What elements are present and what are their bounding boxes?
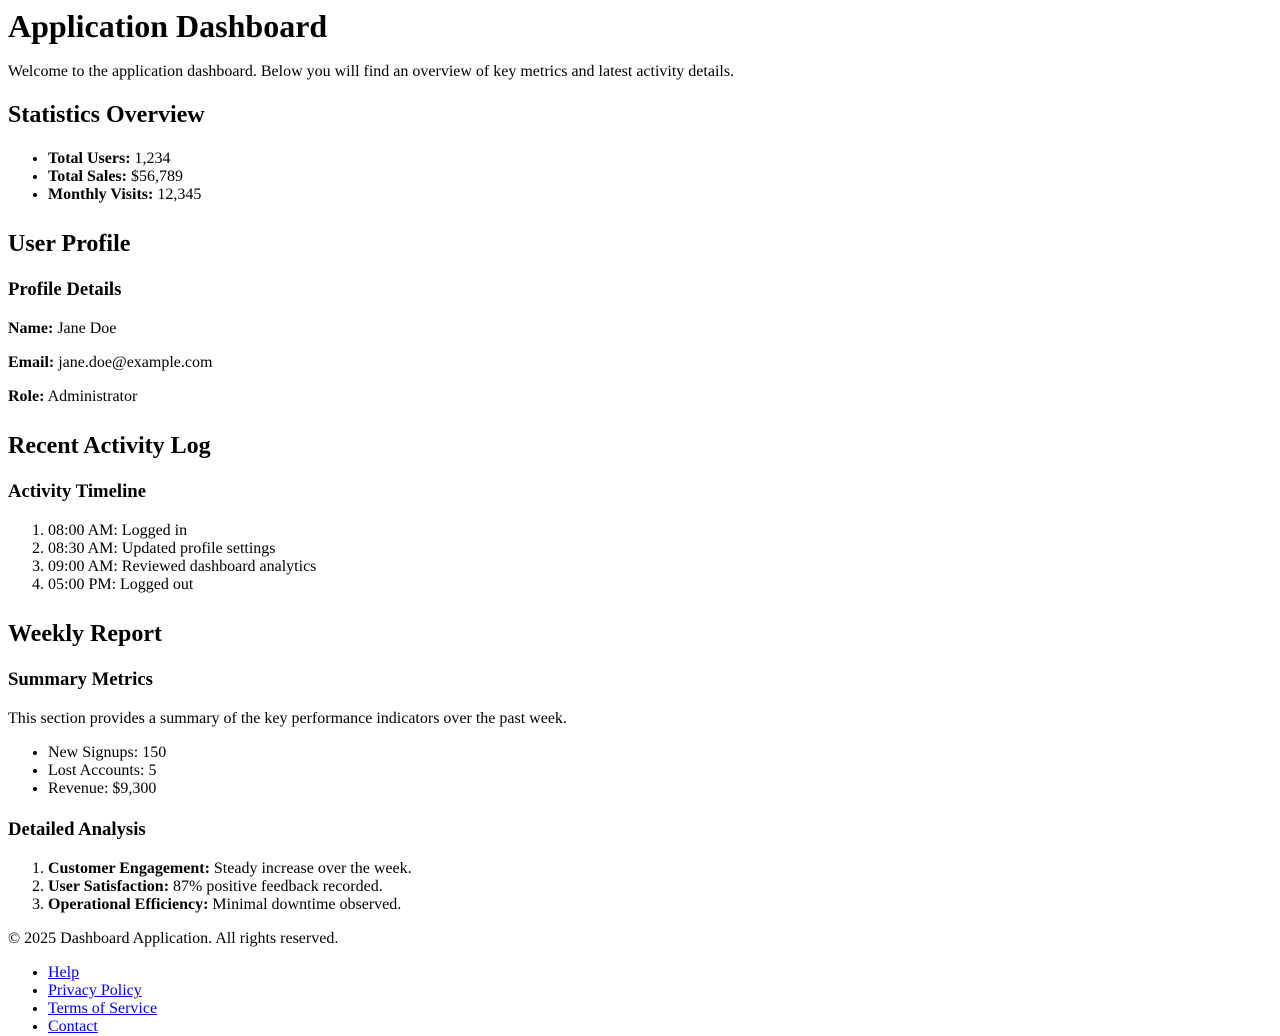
profile-role-row: Role: Administrator <box>8 388 1272 406</box>
detailed-analysis-list: Customer Engagement: Steady increase ove… <box>8 860 1272 914</box>
summary-metrics-list: New Signups: 150 Lost Accounts: 5 Revenu… <box>8 744 1272 798</box>
profile-email-label: Email: <box>8 354 55 371</box>
footer-link-item: Help <box>48 964 1272 982</box>
weekly-report-heading: Weekly Report <box>8 621 162 647</box>
analysis-value: Minimal downtime observed. <box>212 896 402 913</box>
stat-value: 12,345 <box>157 186 202 203</box>
page-title: Application Dashboard <box>8 8 328 44</box>
footer-link-item: Privacy Policy <box>48 982 1272 1000</box>
footer-link-item: Terms of Service <box>48 1000 1272 1018</box>
analysis-value: Steady increase over the week. <box>213 860 412 877</box>
page: Application Dashboard Welcome to the app… <box>0 0 1280 1036</box>
stat-monthly-visits: Monthly Visits: 12,345 <box>48 186 1272 204</box>
privacy-policy-link[interactable]: Privacy Policy <box>48 982 142 999</box>
profile-email-row: Email: jane.doe@example.com <box>8 354 1272 372</box>
statistics-list: Total Users: 1,234 Total Sales: $56,789 … <box>8 150 1272 204</box>
list-item: 09:00 AM: Reviewed dashboard analytics <box>48 558 1272 576</box>
analysis-value: 87% positive feedback recorded. <box>173 878 383 895</box>
list-item: User Satisfaction: 87% positive feedback… <box>48 878 1272 896</box>
footer-copyright: © 2025 Dashboard Application. All rights… <box>8 930 339 947</box>
help-link[interactable]: Help <box>48 964 79 981</box>
list-item: Lost Accounts: 5 <box>48 762 1272 780</box>
detailed-analysis-heading: Detailed Analysis <box>8 819 146 840</box>
list-item: 08:00 AM: Logged in <box>48 522 1272 540</box>
list-item: Operational Efficiency: Minimal downtime… <box>48 896 1272 914</box>
stat-label: Monthly Visits: <box>48 186 154 203</box>
summary-text: This section provides a summary of the k… <box>8 710 567 727</box>
analysis-label: User Satisfaction: <box>48 878 170 895</box>
activity-timeline-list: 08:00 AM: Logged in 08:30 AM: Updated pr… <box>8 522 1272 594</box>
profile-role-value: Administrator <box>47 388 138 405</box>
stat-label: Total Users: <box>48 150 131 167</box>
profile-details-heading: Profile Details <box>8 279 122 300</box>
analysis-label: Operational Efficiency: <box>48 896 209 913</box>
profile-email-value: jane.doe@example.com <box>58 354 213 371</box>
stat-total-sales: Total Sales: $56,789 <box>48 168 1272 186</box>
footer-link-item: Contact <box>48 1018 1272 1036</box>
list-item: 08:30 AM: Updated profile settings <box>48 540 1272 558</box>
footer-links: Help Privacy Policy Terms of Service Con… <box>8 964 1272 1036</box>
stat-label: Total Sales: <box>48 168 127 185</box>
contact-link[interactable]: Contact <box>48 1018 98 1035</box>
intro-text: Welcome to the application dashboard. Be… <box>8 63 735 80</box>
profile-name-row: Name: Jane Doe <box>8 320 1272 338</box>
list-item: New Signups: 150 <box>48 744 1272 762</box>
profile-name-label: Name: <box>8 320 54 337</box>
list-item: Revenue: $9,300 <box>48 780 1272 798</box>
recent-activity-heading: Recent Activity Log <box>8 433 211 459</box>
analysis-label: Customer Engagement: <box>48 860 210 877</box>
list-item: Customer Engagement: Steady increase ove… <box>48 860 1272 878</box>
profile-name-value: Jane Doe <box>57 320 117 337</box>
list-item: 05:00 PM: Logged out <box>48 576 1272 594</box>
stat-value: 1,234 <box>134 150 171 167</box>
terms-of-service-link[interactable]: Terms of Service <box>48 1000 157 1017</box>
user-profile-heading: User Profile <box>8 231 131 257</box>
stat-total-users: Total Users: 1,234 <box>48 150 1272 168</box>
activity-timeline-heading: Activity Timeline <box>8 481 147 502</box>
stat-value: $56,789 <box>130 168 183 185</box>
profile-role-label: Role: <box>8 388 45 405</box>
statistics-heading: Statistics Overview <box>8 102 205 128</box>
summary-metrics-heading: Summary Metrics <box>8 669 153 690</box>
